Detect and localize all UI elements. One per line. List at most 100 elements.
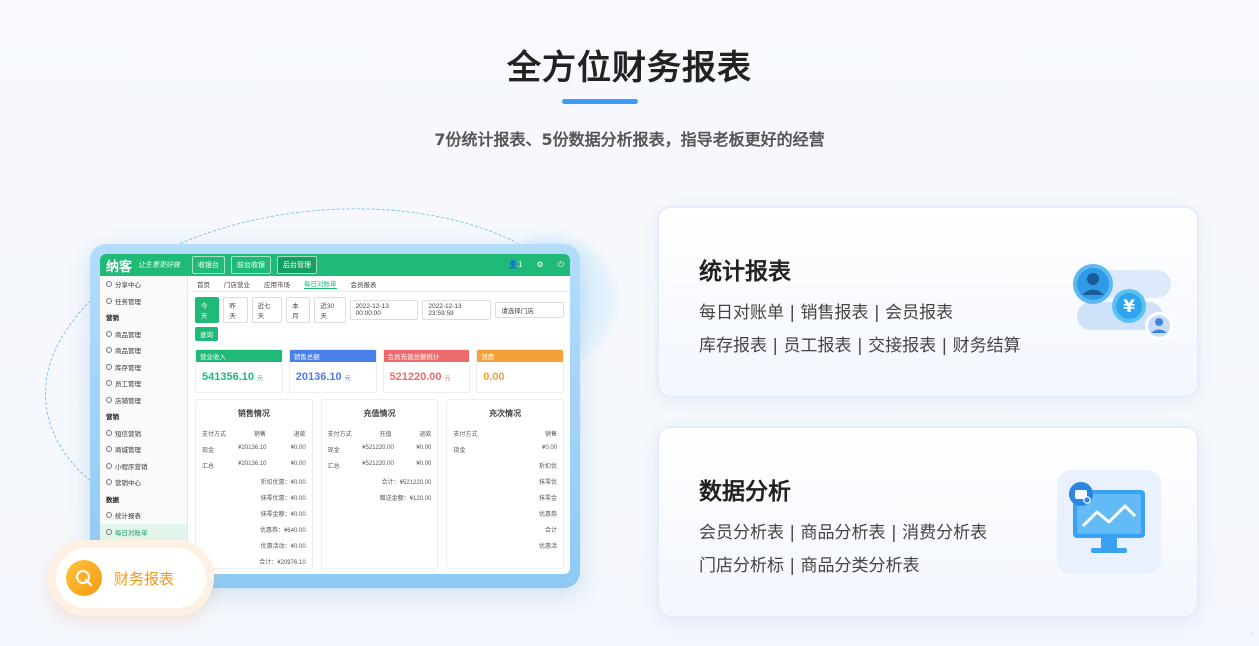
summary-card-title: 会员充值总额统计 xyxy=(383,350,470,362)
watermark: · xyxy=(1248,627,1255,640)
feature-line: 门店分析标 | 商品分类分析表 xyxy=(699,556,920,576)
page-tab-member[interactable]: 会员报表 xyxy=(351,279,377,289)
top-tab-cashier[interactable]: 收银台 xyxy=(192,256,226,274)
table-cell: 支付方式 xyxy=(202,432,227,438)
page-tab-daily[interactable]: 每日对账单 xyxy=(304,278,337,289)
page-tab-market[interactable]: 应用市场 xyxy=(264,279,290,289)
sidebar-item[interactable]: 统计报表 xyxy=(100,507,187,524)
summary-value: 0.00 xyxy=(483,371,505,383)
table-cell: 现金 xyxy=(202,448,215,454)
summary-value: 541356.10 xyxy=(202,371,254,383)
sidebar-item-label: 营销 xyxy=(106,315,119,323)
sidebar-item[interactable]: 店铺管理 xyxy=(100,392,187,409)
page-tab-home[interactable]: 首页 xyxy=(197,279,210,289)
table-row: 汇总 ¥20136.10 ¥0.00 xyxy=(202,461,306,470)
summary-card-value: 0.00 xyxy=(477,362,563,392)
table-cell: ¥0.00 xyxy=(542,445,558,451)
table-cell: ¥0.00 xyxy=(290,461,306,467)
table-cell: ¥521220.00 xyxy=(362,445,394,451)
summary-card-value: 541356.10 元 xyxy=(196,362,282,392)
sidebar-item-label: 库存管理 xyxy=(115,364,141,372)
finance-report-badge: 财务报表 xyxy=(48,540,214,616)
store-select[interactable]: 请选择门店 xyxy=(495,302,564,318)
summary-value: 20136.10 xyxy=(295,371,342,383)
mockup-screen: 纳客 让生意更好做 收银台 前台收银 后台管理 👤1 ⚙ ⏻ 分享中心 任务管理营… xyxy=(100,254,570,574)
sidebar-item-label: 短信营销 xyxy=(115,430,141,438)
sidebar-item-label: 店铺管理 xyxy=(115,397,141,405)
sidebar-item[interactable]: 员工管理 xyxy=(100,375,187,392)
sidebar-item-label: 统计报表 xyxy=(115,513,141,521)
feature-line: 每日对账单 | 销售报表 | 会员报表 xyxy=(699,303,954,323)
table-row: 现金 ¥521220.00 ¥0.00 xyxy=(328,445,432,454)
sidebar-item: 营销 xyxy=(100,408,187,425)
summary-unit: 元 xyxy=(344,375,351,382)
sidebar-item-label: 员工管理 xyxy=(115,381,141,389)
summary-card-value: 521220.00 元 xyxy=(384,362,470,392)
sidebar-item[interactable]: 营销中心 xyxy=(100,474,187,491)
filter-week-button[interactable]: 近七天 xyxy=(251,297,283,323)
top-tab-admin[interactable]: 后台管理 xyxy=(277,256,318,274)
summary-line: 抹零优惠：¥0.00 xyxy=(260,496,306,502)
sidebar-item[interactable]: 短信营销 xyxy=(100,425,187,442)
table-cell: ¥0.00 xyxy=(416,445,432,451)
sidebar-item[interactable]: 任务管理 xyxy=(100,293,187,310)
sidebar-item[interactable]: 每日对账单 xyxy=(100,523,187,540)
filter-yesterday-button[interactable]: 昨天 xyxy=(223,297,248,323)
start-date-input[interactable]: 2022-12-13 00:00:00 xyxy=(349,300,419,320)
end-date-input[interactable]: 2022-12-13 23:59:59 xyxy=(422,300,492,320)
summary-line: 赠送金额：¥120.00 xyxy=(379,496,432,502)
feature-line: 库存报表 | 员工报表 | 交接报表 | 财务结算 xyxy=(699,336,1021,356)
menu-icon xyxy=(106,429,112,436)
table-cell: 退款 xyxy=(419,432,432,438)
panel-title: 充次情况 xyxy=(489,409,522,418)
feature-card-statistics: 统计报表 每日对账单 | 销售报表 | 会员报表 库存报表 | 员工报表 | 交… xyxy=(657,206,1199,398)
summary-line: 抹零金 xyxy=(539,496,558,502)
table-row: 现金 ¥0.00 xyxy=(453,445,557,454)
table-cell: ¥521220.00 xyxy=(362,461,394,467)
sidebar-item[interactable]: 商城管理 xyxy=(100,441,187,458)
panel-title: 销售情况 xyxy=(237,409,270,418)
sidebar-item-label: 每日对账单 xyxy=(115,529,148,537)
filter-today-button[interactable]: 今天 xyxy=(195,297,220,323)
user-icon[interactable]: 👤1 xyxy=(508,260,522,270)
settings-icon[interactable]: ⚙ xyxy=(537,260,544,270)
summary-card: 营业收入 541356.10 元 xyxy=(195,349,283,393)
table-cell: ¥0.00 xyxy=(290,445,306,451)
power-icon[interactable]: ⏻ xyxy=(558,260,564,270)
menu-icon xyxy=(106,512,112,519)
sidebar-item[interactable]: 商品管理 xyxy=(100,342,187,359)
sidebar-item-label: 营销 xyxy=(106,414,119,422)
table-cell: 汇总 xyxy=(202,464,215,470)
sidebar-item-label: 分享中心 xyxy=(115,282,141,290)
summary-line: 合计：¥521220.00 xyxy=(381,480,432,486)
summary-card-value: 20136.10 元 xyxy=(290,362,376,392)
table-cell: 充值 xyxy=(379,432,392,438)
menu-icon xyxy=(106,363,112,370)
summary-line: 优惠券 xyxy=(539,512,558,518)
report-panel: 充值情况 支付方式 充值 退款 现金 ¥521220.00 ¥0.00 汇总 ¥521220.0… xyxy=(320,399,439,569)
summary-card: 会员充值总额统计 521220.00 元 xyxy=(382,349,471,393)
sidebar-item[interactable]: 库存管理 xyxy=(100,359,187,376)
menu-icon xyxy=(106,446,112,453)
filter-month-button[interactable]: 本月 xyxy=(286,297,311,323)
table-cell: 退款 xyxy=(293,432,306,438)
filter-30days-button[interactable]: 近30天 xyxy=(314,297,346,323)
page-tab-store[interactable]: 门店营业 xyxy=(224,279,250,289)
summary-card: 销售总额 20136.10 元 xyxy=(288,349,377,393)
feature-line: 会员分析表 | 商品分析表 | 消费分析表 xyxy=(699,523,988,543)
filter-bar: 今天 昨天 近七天 本月 近30天 2022-12-13 00:00:00 20… xyxy=(189,292,570,325)
table-row: 支付方式 销售 退款 xyxy=(202,429,306,438)
sidebar-item: 数据 xyxy=(100,491,187,508)
menu-icon xyxy=(106,380,112,387)
sidebar-item[interactable]: 商品管理 xyxy=(100,326,187,343)
top-tab-front[interactable]: 前台收银 xyxy=(231,256,272,274)
menu-icon xyxy=(106,297,112,304)
section-subtitle: 7份统计报表、5份数据分析报表，指导老板更好的经营 xyxy=(434,130,825,149)
query-button[interactable]: 查询 xyxy=(195,327,218,341)
menu-icon xyxy=(106,462,112,469)
summary-card-title: 营业收入 xyxy=(196,350,282,362)
sidebar-item[interactable]: 分享中心 xyxy=(100,276,187,293)
sidebar-item[interactable]: 小程序营销 xyxy=(100,458,187,475)
brand-slogan: 让生意更好做 xyxy=(138,262,181,269)
summary-line: 优惠活动：¥0.00 xyxy=(260,544,306,550)
